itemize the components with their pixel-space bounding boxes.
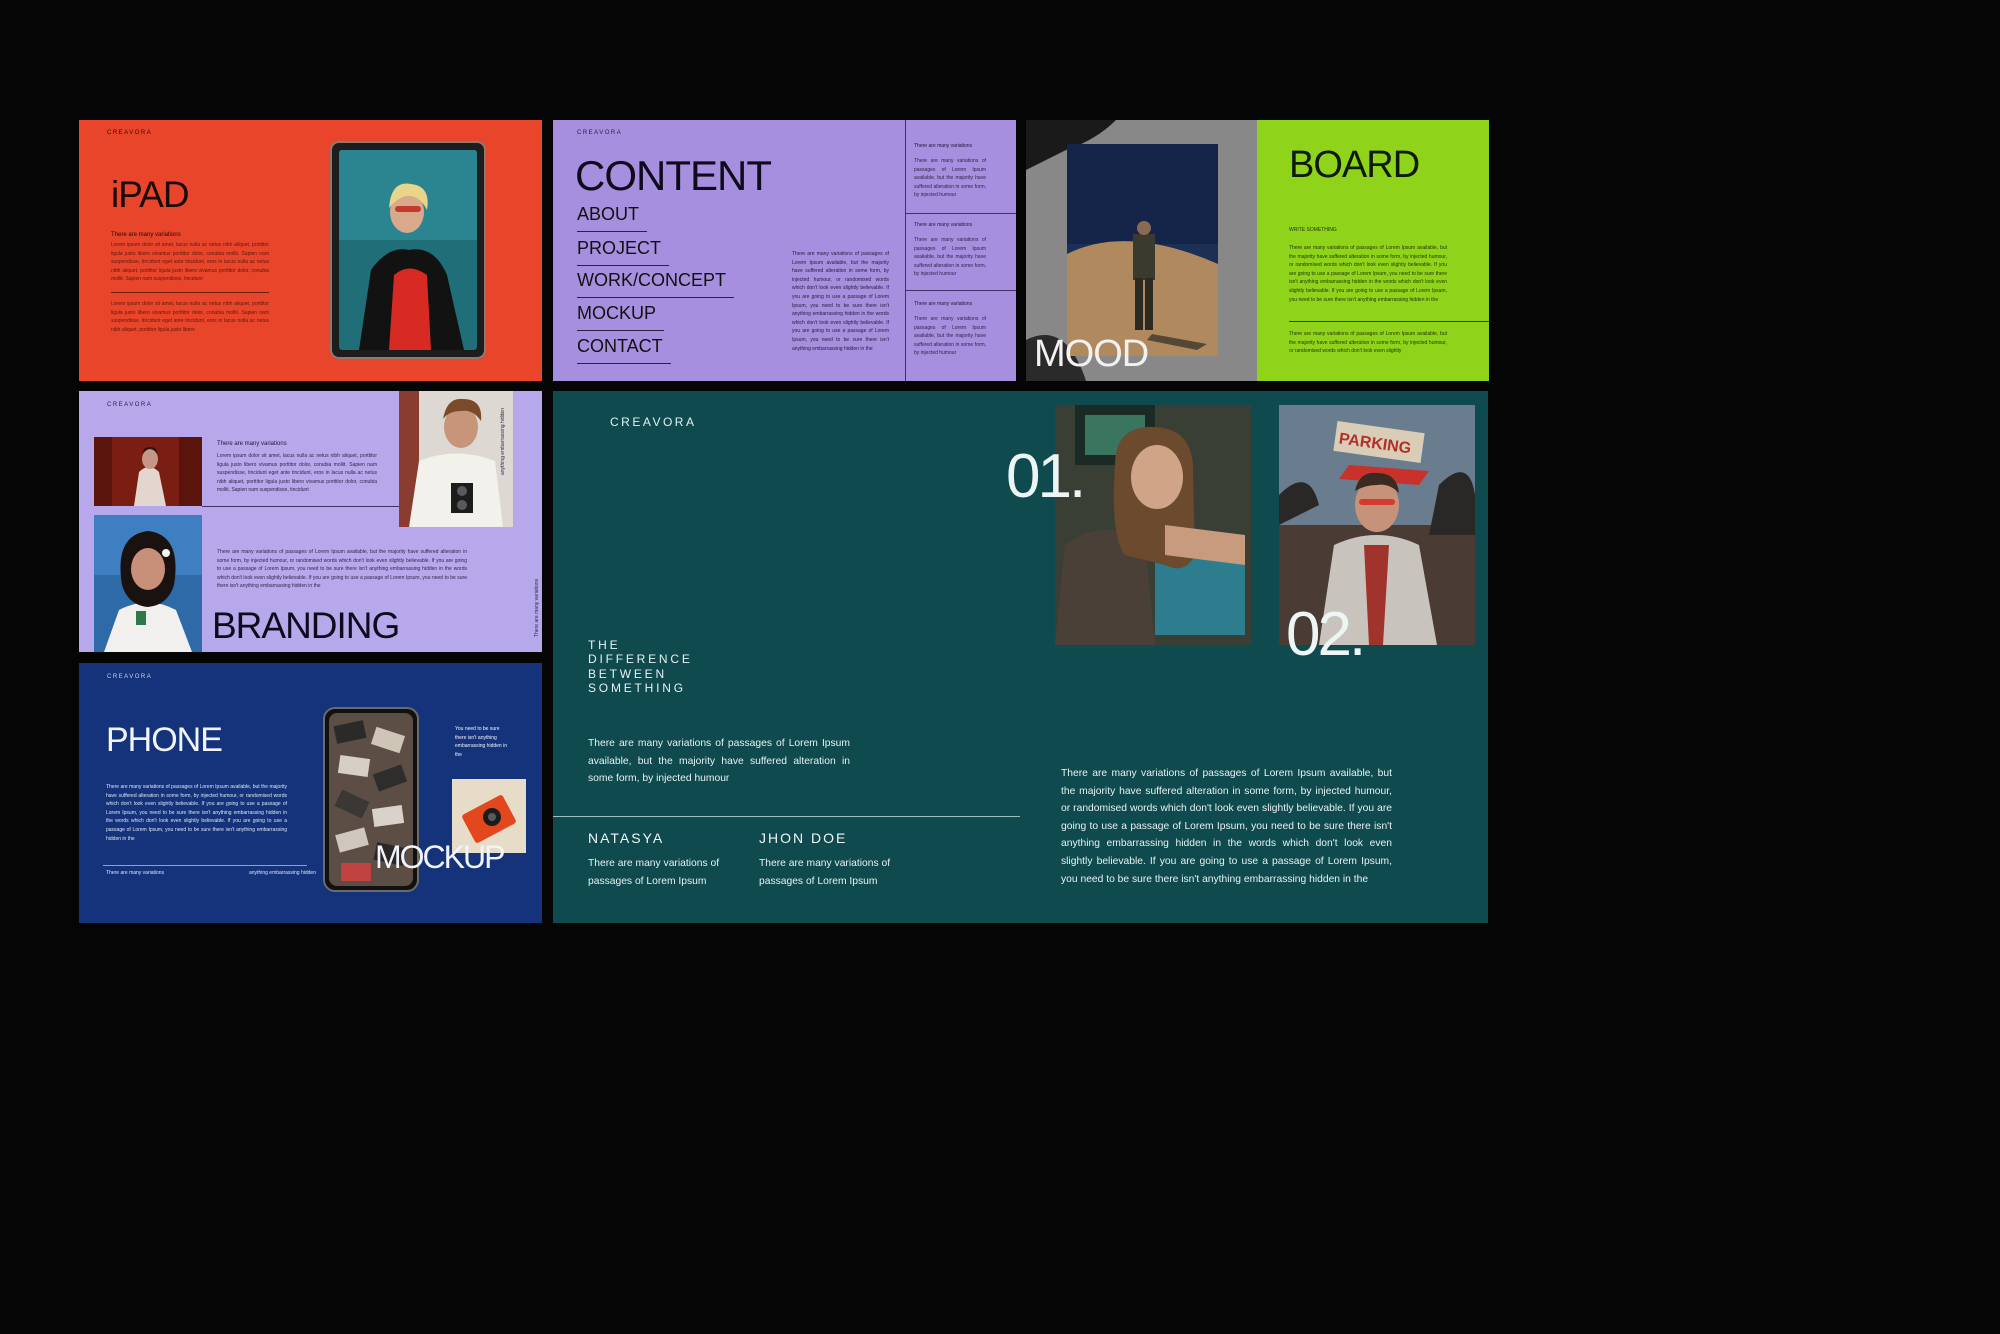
tagline-line: SOMETHING — [588, 680, 686, 695]
footer-right: anything embarrassing hidden — [249, 870, 316, 876]
divider — [103, 865, 307, 866]
main-slide: CREAVORA THE DIFFERENCE BETWEEN SOMETHIN… — [553, 391, 1488, 923]
tagline: THE DIFFERENCE BETWEEN SOMETHING — [588, 638, 693, 695]
side-text: There are many variations of passages of… — [914, 158, 986, 199]
slide-title: PHONE — [106, 721, 223, 759]
tagline-line: BETWEEN — [588, 666, 667, 681]
ipad-slide: CREAVORA iPAD There are many variations … — [79, 120, 542, 381]
slide-title: iPAD — [111, 174, 190, 215]
slide-heading: There are many variations — [111, 232, 181, 238]
nav-item-contact[interactable]: CONTACT — [577, 336, 671, 364]
brand-label: CREAVORA — [107, 674, 153, 680]
vertical-caption: There are many variations — [534, 578, 540, 637]
side-heading: There are many variations — [914, 143, 973, 149]
side-heading: There are many variations — [914, 301, 973, 307]
row-divider — [905, 213, 1016, 214]
slide-paragraph: Lorem ipsum dolor sit amet, lacus nulla … — [111, 301, 269, 333]
branding-photo-woman — [94, 515, 202, 652]
slide-title: CONTENT — [575, 152, 772, 199]
mood-photo-desert — [1067, 144, 1218, 356]
branding-paragraph: There are many variations of passages of… — [217, 549, 467, 590]
nav-item-mockup[interactable]: MOCKUP — [577, 303, 665, 331]
ipad-mockup — [330, 141, 486, 359]
row-divider — [905, 290, 1016, 291]
branding-heading: There are many variations — [217, 441, 287, 447]
divider — [553, 816, 1020, 817]
slide-title: BRANDING — [212, 605, 400, 646]
main-photo-woman — [1055, 405, 1251, 645]
brand-label: CREAVORA — [1050, 130, 1096, 136]
side-note: You need to be sure there isn't anything… — [455, 726, 507, 758]
board-title: BOARD — [1289, 144, 1420, 186]
branding-slide: CREAVORA There are many variations Lorem… — [79, 391, 542, 652]
branding-photo-camera-man — [399, 391, 513, 527]
nav-item-about[interactable]: ABOUT — [577, 204, 648, 232]
side-text: There are many variations of passages of… — [914, 316, 986, 357]
board-paragraph: There are many variations of passages of… — [1289, 331, 1447, 355]
ipad-screen-photo — [339, 150, 477, 350]
divider — [1289, 321, 1489, 322]
column-divider — [905, 120, 906, 381]
brand-label: CREAVORA — [107, 130, 153, 136]
write-label: WRITE SOMETHING — [1289, 227, 1337, 233]
tagline-line: DIFFERENCE — [588, 652, 693, 667]
person-text: There are many variations of passages of… — [759, 858, 891, 887]
number-one: 01. — [1006, 442, 1086, 511]
intro-text: There are many variations of passages of… — [588, 738, 850, 785]
brand-label: CREAVORA — [577, 130, 623, 136]
branding-paragraph: Lorem ipsum dolor sit amet, lacus nulla … — [217, 453, 377, 494]
content-slide: CREAVORA CONTENT ABOUT PROJECT WORK/CONC… — [553, 120, 1016, 381]
brand-label: CREAVORA — [610, 415, 697, 429]
phone-slide: CREAVORA PHONE There are many variations… — [79, 663, 542, 923]
board-paragraph: There are many variations of passages of… — [1289, 245, 1447, 303]
content-body: There are many variations of passages of… — [792, 251, 889, 352]
branding-photo-red — [94, 437, 202, 506]
mood-label: MOOD — [1034, 333, 1149, 375]
tagline-line: THE — [588, 638, 621, 652]
divider — [202, 506, 399, 507]
divider — [111, 292, 269, 293]
person-name: JHON DOE — [759, 830, 848, 846]
side-text: There are many variations of passages of… — [914, 237, 986, 278]
mood-board-slide: CREAVORA MOOD BOARD WRITE SOMETHING Ther… — [1026, 120, 1489, 381]
person-text: There are many variations of passages of… — [588, 858, 720, 887]
right-text: There are many variations of passages of… — [1061, 768, 1392, 885]
footer-left: There are many variations — [106, 870, 165, 876]
phone-body: There are many variations of passages of… — [106, 784, 287, 842]
slide-paragraph: Lorem ipsum dolor sit amet, lacus nulla … — [111, 242, 269, 283]
mockup-label: MOCKUP — [375, 839, 505, 875]
brand-label: CREAVORA — [107, 402, 153, 408]
person-name: NATASYA — [588, 830, 665, 846]
number-two: 02. — [1286, 600, 1366, 669]
side-heading: There are many variations — [914, 222, 973, 228]
nav-item-work-concept[interactable]: WORK/CONCEPT — [577, 270, 735, 298]
nav-item-project[interactable]: PROJECT — [577, 238, 670, 266]
vertical-caption: anything embarrassing hidden — [500, 408, 506, 475]
